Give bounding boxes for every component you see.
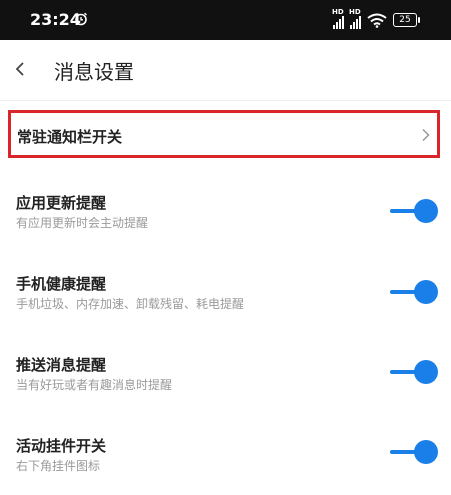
setting-push-message: 推送消息提醒 当有好玩或者有趣消息时提醒 xyxy=(0,354,451,414)
setting-subtitle: 当有好玩或者有趣消息时提醒 xyxy=(16,378,173,392)
app-update-toggle[interactable] xyxy=(390,198,438,224)
setting-title: 活动挂件开关 xyxy=(16,437,107,455)
signal-hd-label: HD xyxy=(332,8,344,16)
activity-widget-toggle[interactable] xyxy=(390,439,438,465)
signal-icon: HD xyxy=(332,8,344,29)
phone-health-toggle[interactable] xyxy=(390,279,438,305)
wifi-icon xyxy=(367,13,387,28)
setting-subtitle: 右下角挂件图标 xyxy=(16,459,101,473)
setting-title: 推送消息提醒 xyxy=(16,356,107,374)
setting-activity-widget: 活动挂件开关 右下角挂件图标 xyxy=(0,435,451,495)
signal-icon-2: HD xyxy=(349,8,361,29)
back-arrow-icon[interactable] xyxy=(14,60,28,78)
setting-phone-health: 手机健康提醒 手机垃圾、内存加速、卸载残留、耗电提醒 xyxy=(0,273,451,333)
setting-subtitle: 有应用更新时会主动提醒 xyxy=(16,216,149,230)
alarm-clock-icon xyxy=(75,12,87,26)
setting-subtitle: 手机垃圾、内存加速、卸载残留、耗电提醒 xyxy=(16,297,245,311)
persistent-notification-label: 常驻通知栏开关 xyxy=(17,128,123,146)
setting-title: 应用更新提醒 xyxy=(16,194,107,212)
setting-title: 手机健康提醒 xyxy=(16,275,107,293)
push-message-toggle[interactable] xyxy=(390,359,438,385)
signal-hd-label-2: HD xyxy=(349,8,361,16)
battery-icon: 25 xyxy=(393,13,420,27)
status-bar: 23:24 HD HD 25 xyxy=(0,0,451,40)
setting-app-update: 应用更新提醒 有应用更新时会主动提醒 xyxy=(0,192,451,252)
header-bar: 消息设置 xyxy=(0,40,451,101)
chevron-right-icon xyxy=(422,128,430,142)
page-title: 消息设置 xyxy=(54,60,134,84)
status-icons: HD HD 25 xyxy=(332,8,420,29)
persistent-notification-item[interactable]: 常驻通知栏开关 xyxy=(8,110,440,158)
